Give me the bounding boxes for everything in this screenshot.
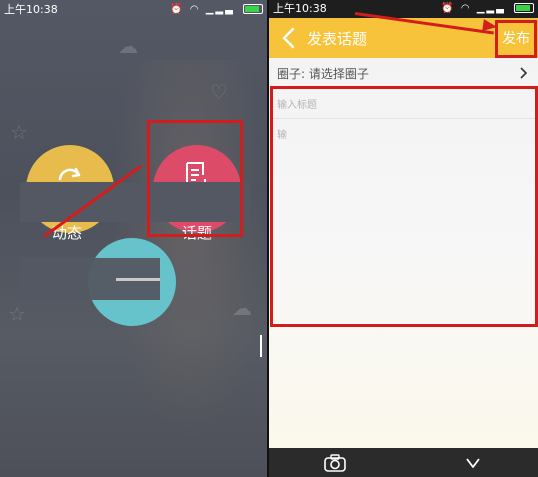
chevron-right-icon — [520, 67, 528, 79]
doodle-heart-icon: ♡ — [210, 80, 228, 104]
status-time: 上午10:38 — [273, 2, 327, 15]
status-time: 上午10:38 — [4, 3, 58, 16]
camera-icon[interactable] — [324, 454, 346, 472]
status-bar: 上午10:38 ⏰ ◠ ▁▂▃ — [0, 0, 267, 20]
annotation-highlight-topic — [147, 120, 243, 237]
doodle-cloud-icon: ☁ — [232, 296, 252, 320]
divider-stripe — [116, 278, 160, 281]
status-bar: 上午10:38 ⏰ ◠ ▁▂▃ — [269, 0, 538, 18]
chevron-down-icon[interactable] — [465, 456, 481, 470]
status-icons: ⏰ ◠ ▁▂▃ — [441, 0, 534, 18]
page-title: 发表话题 — [307, 30, 368, 48]
battery-icon — [514, 3, 534, 13]
doodle-cloud-icon: ☁ — [118, 34, 138, 58]
annotation-highlight-publish — [495, 20, 537, 58]
battery-icon — [243, 4, 263, 14]
bottom-toolbar — [269, 448, 538, 477]
text-cursor — [260, 335, 262, 357]
label-backdrop — [20, 258, 160, 300]
doodle-star-icon: ☆ — [10, 120, 28, 144]
status-icons: ⏰ ◠ ▁▂▃ — [170, 0, 263, 20]
back-chevron-icon[interactable] — [279, 26, 299, 50]
doodle-star-icon: ☆ — [8, 302, 26, 326]
circle-selector-label: 圈子: 请选择圈子 — [277, 67, 369, 81]
annotation-highlight-form — [270, 86, 538, 327]
circle-selector[interactable]: 圈子: 请选择圈子 — [269, 58, 538, 89]
menu-overlay-screen: ☁ ☆ ♡ ☆ ☁ 上午10:38 ⏰ ◠ ▁▂▃ 动态 话题 — [0, 0, 267, 477]
